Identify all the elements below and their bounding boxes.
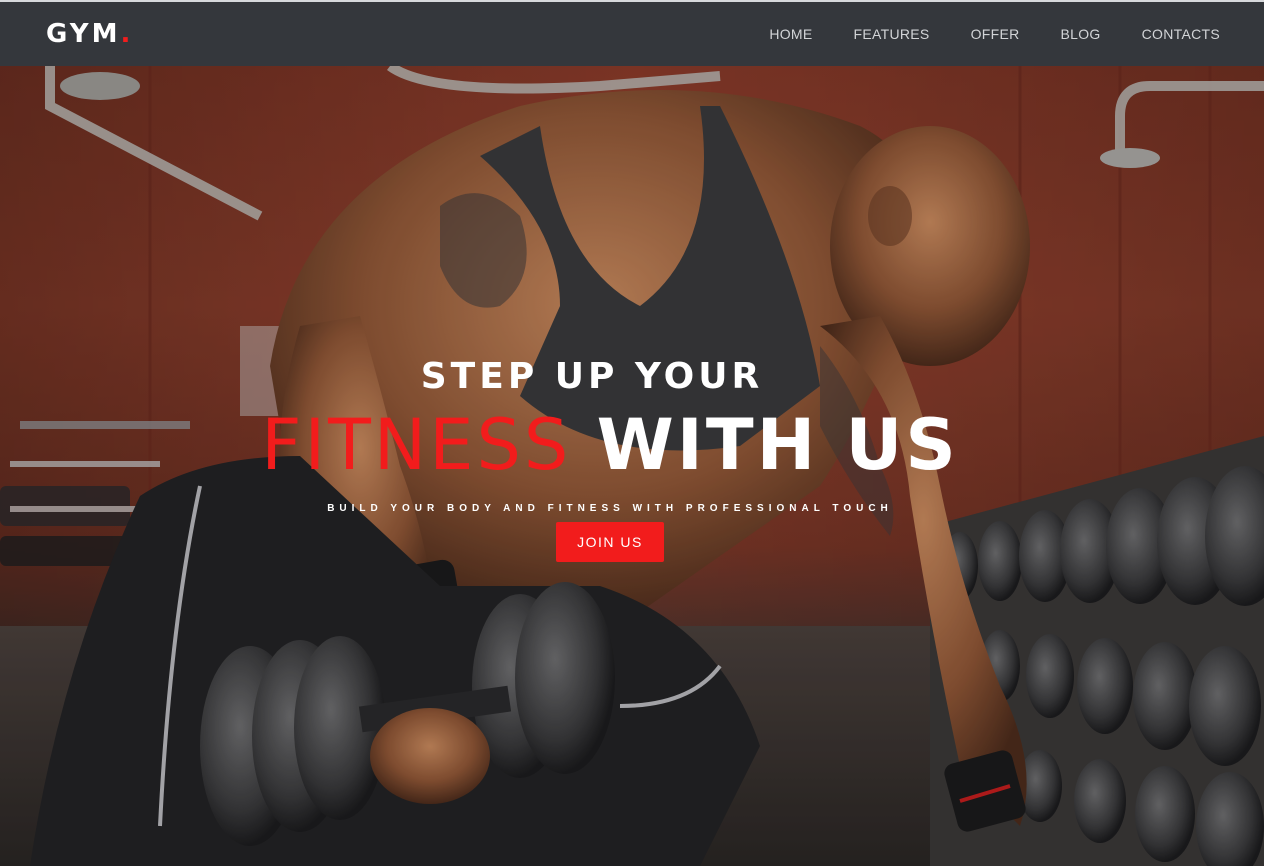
nav-item-offer[interactable]: OFFER [971,26,1020,42]
nav-item-home[interactable]: HOME [769,26,812,42]
hero-headline: FITNESS WITH US [0,405,1264,485]
hero-headline-white: WITH US [596,404,959,486]
brand-name: GYM [46,19,121,49]
top-navbar: GYM. HOME FEATURES OFFER BLOG CONTACTS [0,0,1264,66]
brand-dot: . [120,19,134,49]
join-us-button[interactable]: JOIN US [556,522,664,562]
brand-logo[interactable]: GYM. [46,19,133,49]
hero-headline-red: FITNESS [261,404,572,486]
landing-page: GYM. HOME FEATURES OFFER BLOG CONTACTS S… [0,0,1264,866]
hero-subline: BUILD YOUR BODY AND FITNESS WITH PROFESS… [327,503,893,514]
hero-text-block: STEP UP YOUR FITNESS WITH US BUILD YOUR … [0,356,1264,562]
main-nav: HOME FEATURES OFFER BLOG CONTACTS [769,26,1220,42]
nav-item-blog[interactable]: BLOG [1061,26,1101,42]
hero-section: STEP UP YOUR FITNESS WITH US BUILD YOUR … [0,66,1264,866]
nav-item-contacts[interactable]: CONTACTS [1142,26,1220,42]
nav-item-features[interactable]: FEATURES [854,26,930,42]
hero-eyebrow: STEP UP YOUR [420,356,764,397]
